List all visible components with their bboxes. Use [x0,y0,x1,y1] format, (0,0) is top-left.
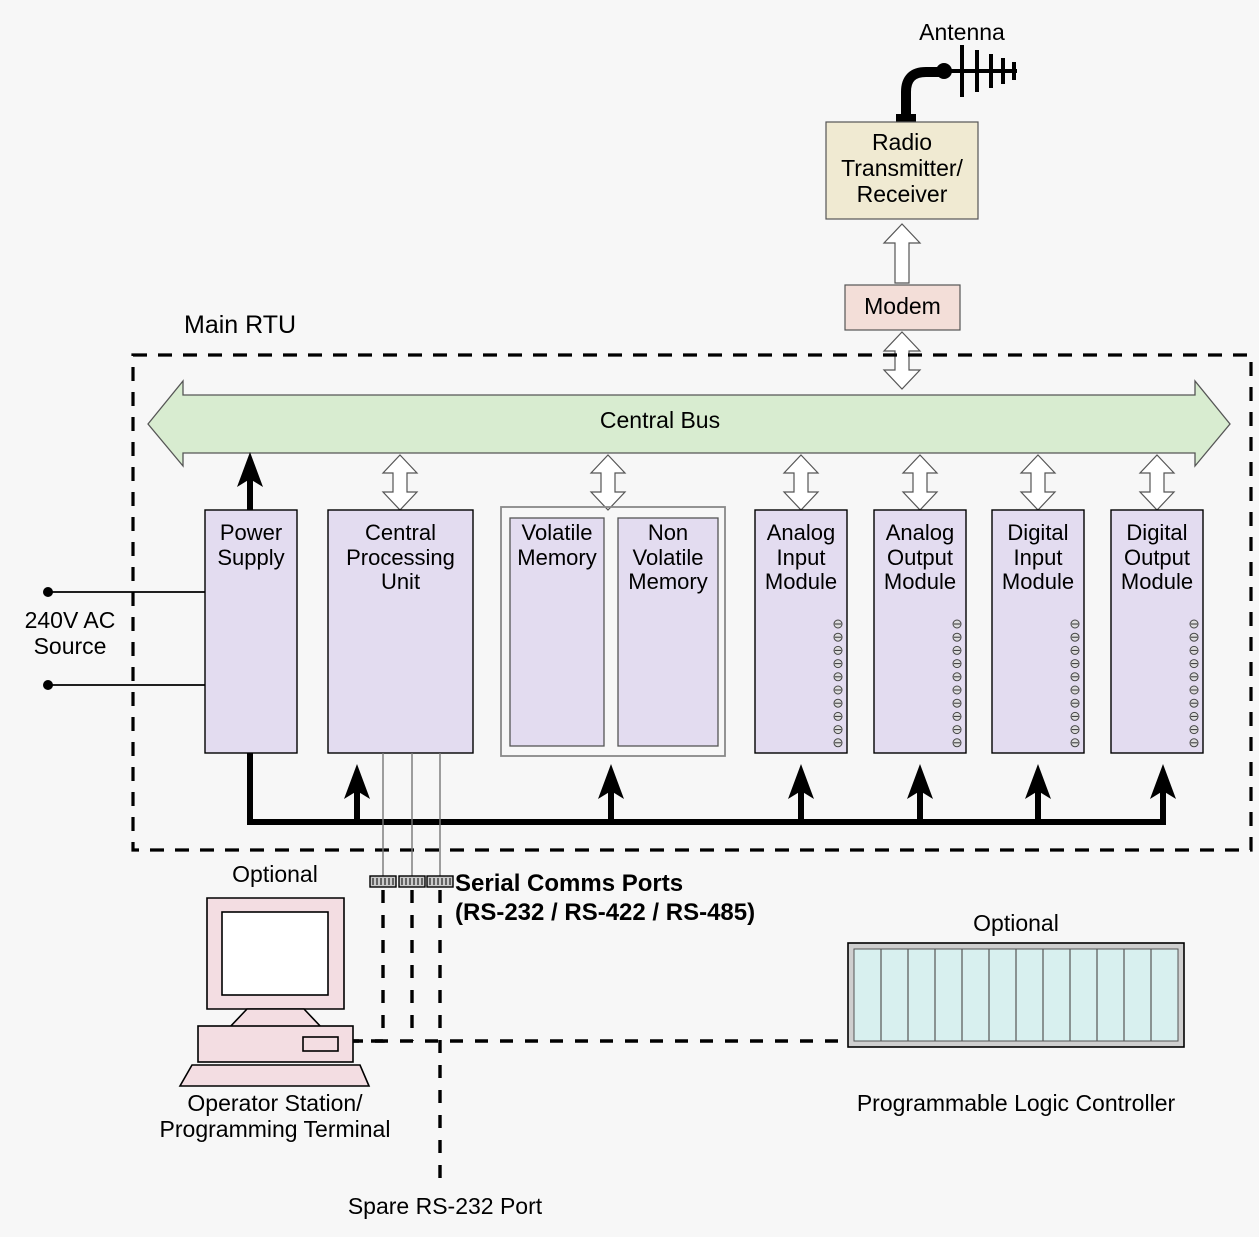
power-distribution-bus [247,753,1176,825]
serial-ports-title: Serial Comms Ports [455,870,684,897]
plc-optional-label: Optional [973,910,1059,936]
ac-source-label: 240V AC Source [24,607,116,659]
module-label-digital-output: Digital Output Module [1120,520,1194,595]
antenna-icon [896,45,1017,129]
diagram-graphics [43,45,1253,1180]
radio-modem-arrow [882,223,922,284]
spare-rs232-port-label: Spare RS-232 Port [347,1193,543,1219]
bus-module-connector-arrows [381,454,1176,511]
plc-rack-icon [847,942,1185,1048]
operator-station-drive-slot [302,1036,339,1052]
module-label-power-supply: Power Supply [217,520,285,570]
power-supply-bus-arrow [237,452,263,512]
operator-station-caption: Operator Station/ Programming Terminal [159,1090,391,1142]
operator-station-icon [178,897,371,1087]
operator-station-optional-label: Optional [232,861,318,887]
module-label-analog-output: Analog Output Module [883,520,957,595]
serial-port-lines [382,753,441,876]
operator-station-keyboard [178,1064,371,1087]
serial-port-connector-icon [398,875,426,888]
central-bus-label: Central Bus [599,407,721,433]
radio-box-label: Radio Transmitter/ Receiver [841,129,963,207]
module-label-analog-input: Analog Input Module [764,520,838,595]
module-label-cpu: Central Processing Unit [346,520,455,595]
serial-port-connector-icon [426,875,454,888]
module-label-volatile-memory: Volatile Memory [517,520,597,570]
module-label-non-volatile-memory: Non Volatile Memory [628,520,708,595]
antenna-label: Antenna [919,19,1005,45]
module-label-digital-input: Digital Input Module [1001,520,1075,595]
serial-port-connector-icon [369,875,397,888]
main-rtu-label: Main RTU [184,311,297,339]
modem-bus-arrow [882,331,922,390]
plc-caption: Programmable Logic Controller [856,1090,1176,1116]
serial-ports-subtitle: (RS-232 / RS-422 / RS-485) [455,899,756,926]
diagram-canvas: Antenna Radio Transmitter/ Receiver Mode… [0,0,1259,1237]
serial-connector-icons [369,875,454,888]
modem-label: Modem [864,293,941,319]
